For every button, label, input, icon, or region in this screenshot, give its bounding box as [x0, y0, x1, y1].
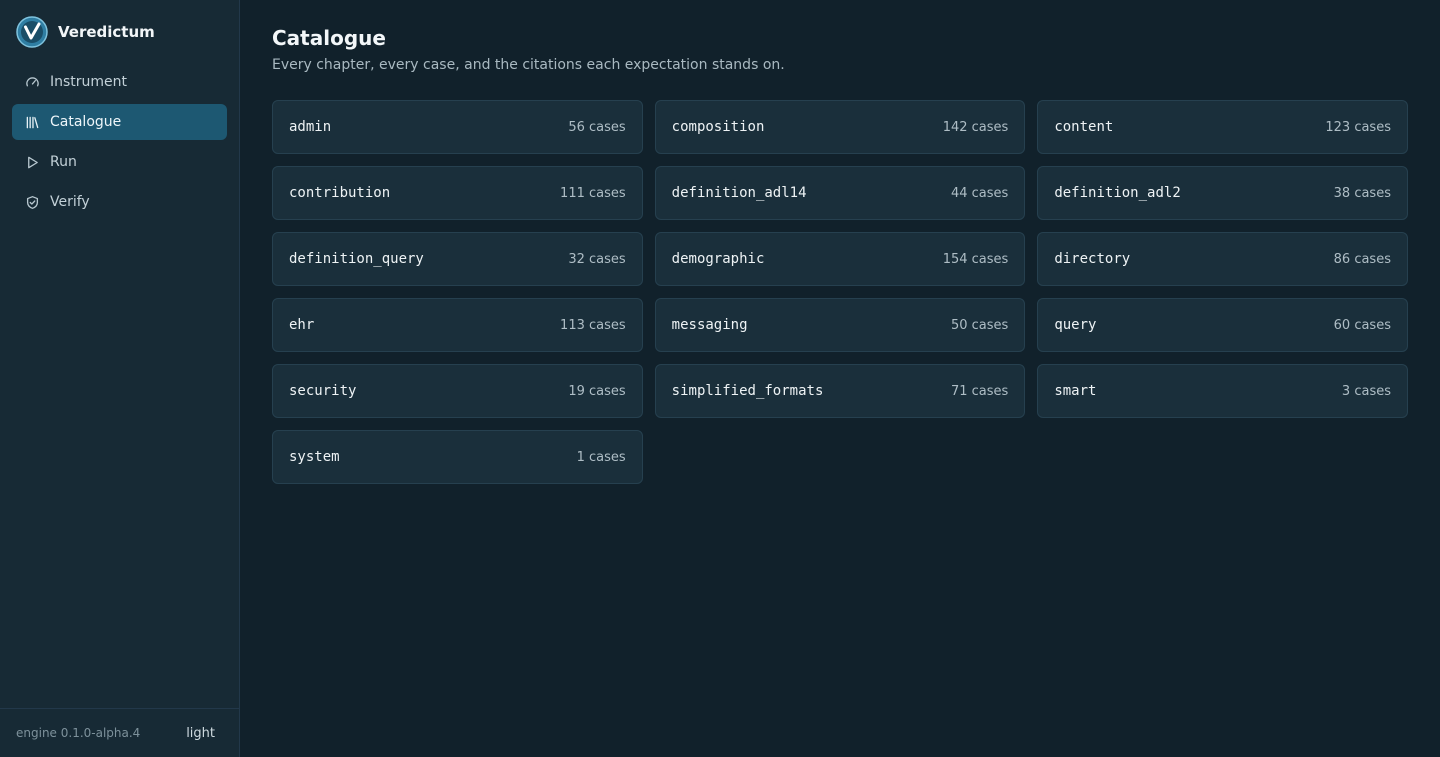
chapter-case-count: 111 cases	[560, 185, 626, 201]
chapter-case-count: 1 cases	[576, 449, 626, 465]
chapter-name: definition_query	[289, 251, 424, 267]
chapter-card-ehr[interactable]: ehr 113 cases	[272, 298, 643, 352]
chapter-case-count: 113 cases	[560, 317, 626, 333]
chapter-name: ehr	[289, 317, 315, 333]
chapter-case-count: 44 cases	[950, 185, 1009, 201]
sidebar-footer: engine 0.1.0-alpha.4 light	[0, 708, 239, 757]
brand-name: Veredictum	[58, 23, 155, 41]
sidebar-item-label: Run	[50, 154, 77, 170]
chapter-case-count: 3 cases	[1341, 383, 1391, 399]
chapter-name: query	[1054, 317, 1097, 333]
chapter-card-query[interactable]: query 60 cases	[1037, 298, 1408, 352]
chapter-name: smart	[1054, 383, 1097, 399]
chapter-name: content	[1054, 119, 1114, 135]
sidebar-item-run[interactable]: Run	[12, 144, 227, 180]
chapter-name: messaging	[671, 317, 748, 333]
chapter-name: definition_adl2	[1054, 185, 1181, 201]
chapter-name: definition_adl14	[671, 185, 807, 201]
chapter-case-count: 60 cases	[1333, 317, 1391, 333]
brand[interactable]: Veredictum	[0, 0, 239, 64]
main-content: Catalogue Every chapter, every case, and…	[240, 0, 1440, 757]
veredictum-logo-icon	[16, 16, 48, 48]
chapter-case-count: 50 cases	[950, 317, 1009, 333]
chapter-case-count: 123 cases	[1325, 119, 1391, 135]
play-icon	[24, 154, 40, 170]
chapter-name: admin	[289, 119, 332, 135]
engine-version: engine 0.1.0-alpha.4	[16, 726, 141, 740]
sidebar: Veredictum Instrument Catalogue Run Veri…	[0, 0, 240, 757]
chapter-card-admin[interactable]: admin 56 cases	[272, 100, 643, 154]
chapter-case-count: 19 cases	[568, 383, 626, 399]
chapter-card-definition-query[interactable]: definition_query 32 cases	[272, 232, 643, 286]
sidebar-item-verify[interactable]: Verify	[12, 184, 227, 220]
chapter-card-demographic[interactable]: demographic 154 cases	[654, 232, 1026, 286]
chapter-name: composition	[671, 119, 765, 135]
theme-toggle-button[interactable]: light	[186, 726, 215, 741]
chapter-case-count: 154 cases	[942, 251, 1009, 267]
chapter-grid: admin 56 cases composition 142 cases con…	[272, 100, 1408, 484]
chapter-case-count: 38 cases	[1333, 185, 1391, 201]
sidebar-item-catalogue[interactable]: Catalogue	[12, 104, 227, 140]
sidebar-item-label: Verify	[50, 194, 90, 210]
chapter-case-count: 56 cases	[568, 119, 626, 135]
chapter-case-count: 32 cases	[568, 251, 626, 267]
chapter-card-definition-adl14[interactable]: definition_adl14 44 cases	[654, 166, 1026, 220]
gauge-icon	[24, 74, 40, 90]
sidebar-item-label: Catalogue	[50, 114, 122, 130]
chapter-card-content[interactable]: content 123 cases	[1037, 100, 1408, 154]
chapter-name: security	[289, 383, 357, 399]
chapter-name: simplified_formats	[671, 383, 824, 399]
chapter-card-system[interactable]: system 1 cases	[272, 430, 643, 484]
chapter-name: contribution	[289, 185, 391, 201]
chapter-card-composition[interactable]: composition 142 cases	[654, 100, 1026, 154]
chapter-card-simplified-formats[interactable]: simplified_formats 71 cases	[654, 364, 1026, 418]
chapter-case-count: 86 cases	[1333, 251, 1391, 267]
shield-check-icon	[24, 194, 40, 210]
library-icon	[24, 114, 40, 130]
sidebar-item-label: Instrument	[50, 74, 128, 90]
chapter-card-smart[interactable]: smart 3 cases	[1037, 364, 1408, 418]
page-subtitle: Every chapter, every case, and the citat…	[272, 57, 785, 73]
chapter-card-directory[interactable]: directory 86 cases	[1037, 232, 1408, 286]
sidebar-item-instrument[interactable]: Instrument	[12, 64, 227, 100]
chapter-case-count: 71 cases	[950, 383, 1009, 399]
chapter-card-definition-adl2[interactable]: definition_adl2 38 cases	[1037, 166, 1408, 220]
chapter-card-messaging[interactable]: messaging 50 cases	[654, 298, 1026, 352]
chapter-case-count: 142 cases	[942, 119, 1009, 135]
chapter-card-contribution[interactable]: contribution 111 cases	[272, 166, 643, 220]
chapter-name: demographic	[671, 251, 765, 267]
sidebar-nav: Instrument Catalogue Run Verify	[0, 64, 239, 220]
chapter-name: system	[289, 449, 340, 465]
chapter-name: directory	[1054, 251, 1131, 267]
chapter-card-security[interactable]: security 19 cases	[272, 364, 643, 418]
page-title: Catalogue	[272, 26, 386, 50]
app-root: Veredictum Instrument Catalogue Run Veri…	[0, 0, 1440, 757]
